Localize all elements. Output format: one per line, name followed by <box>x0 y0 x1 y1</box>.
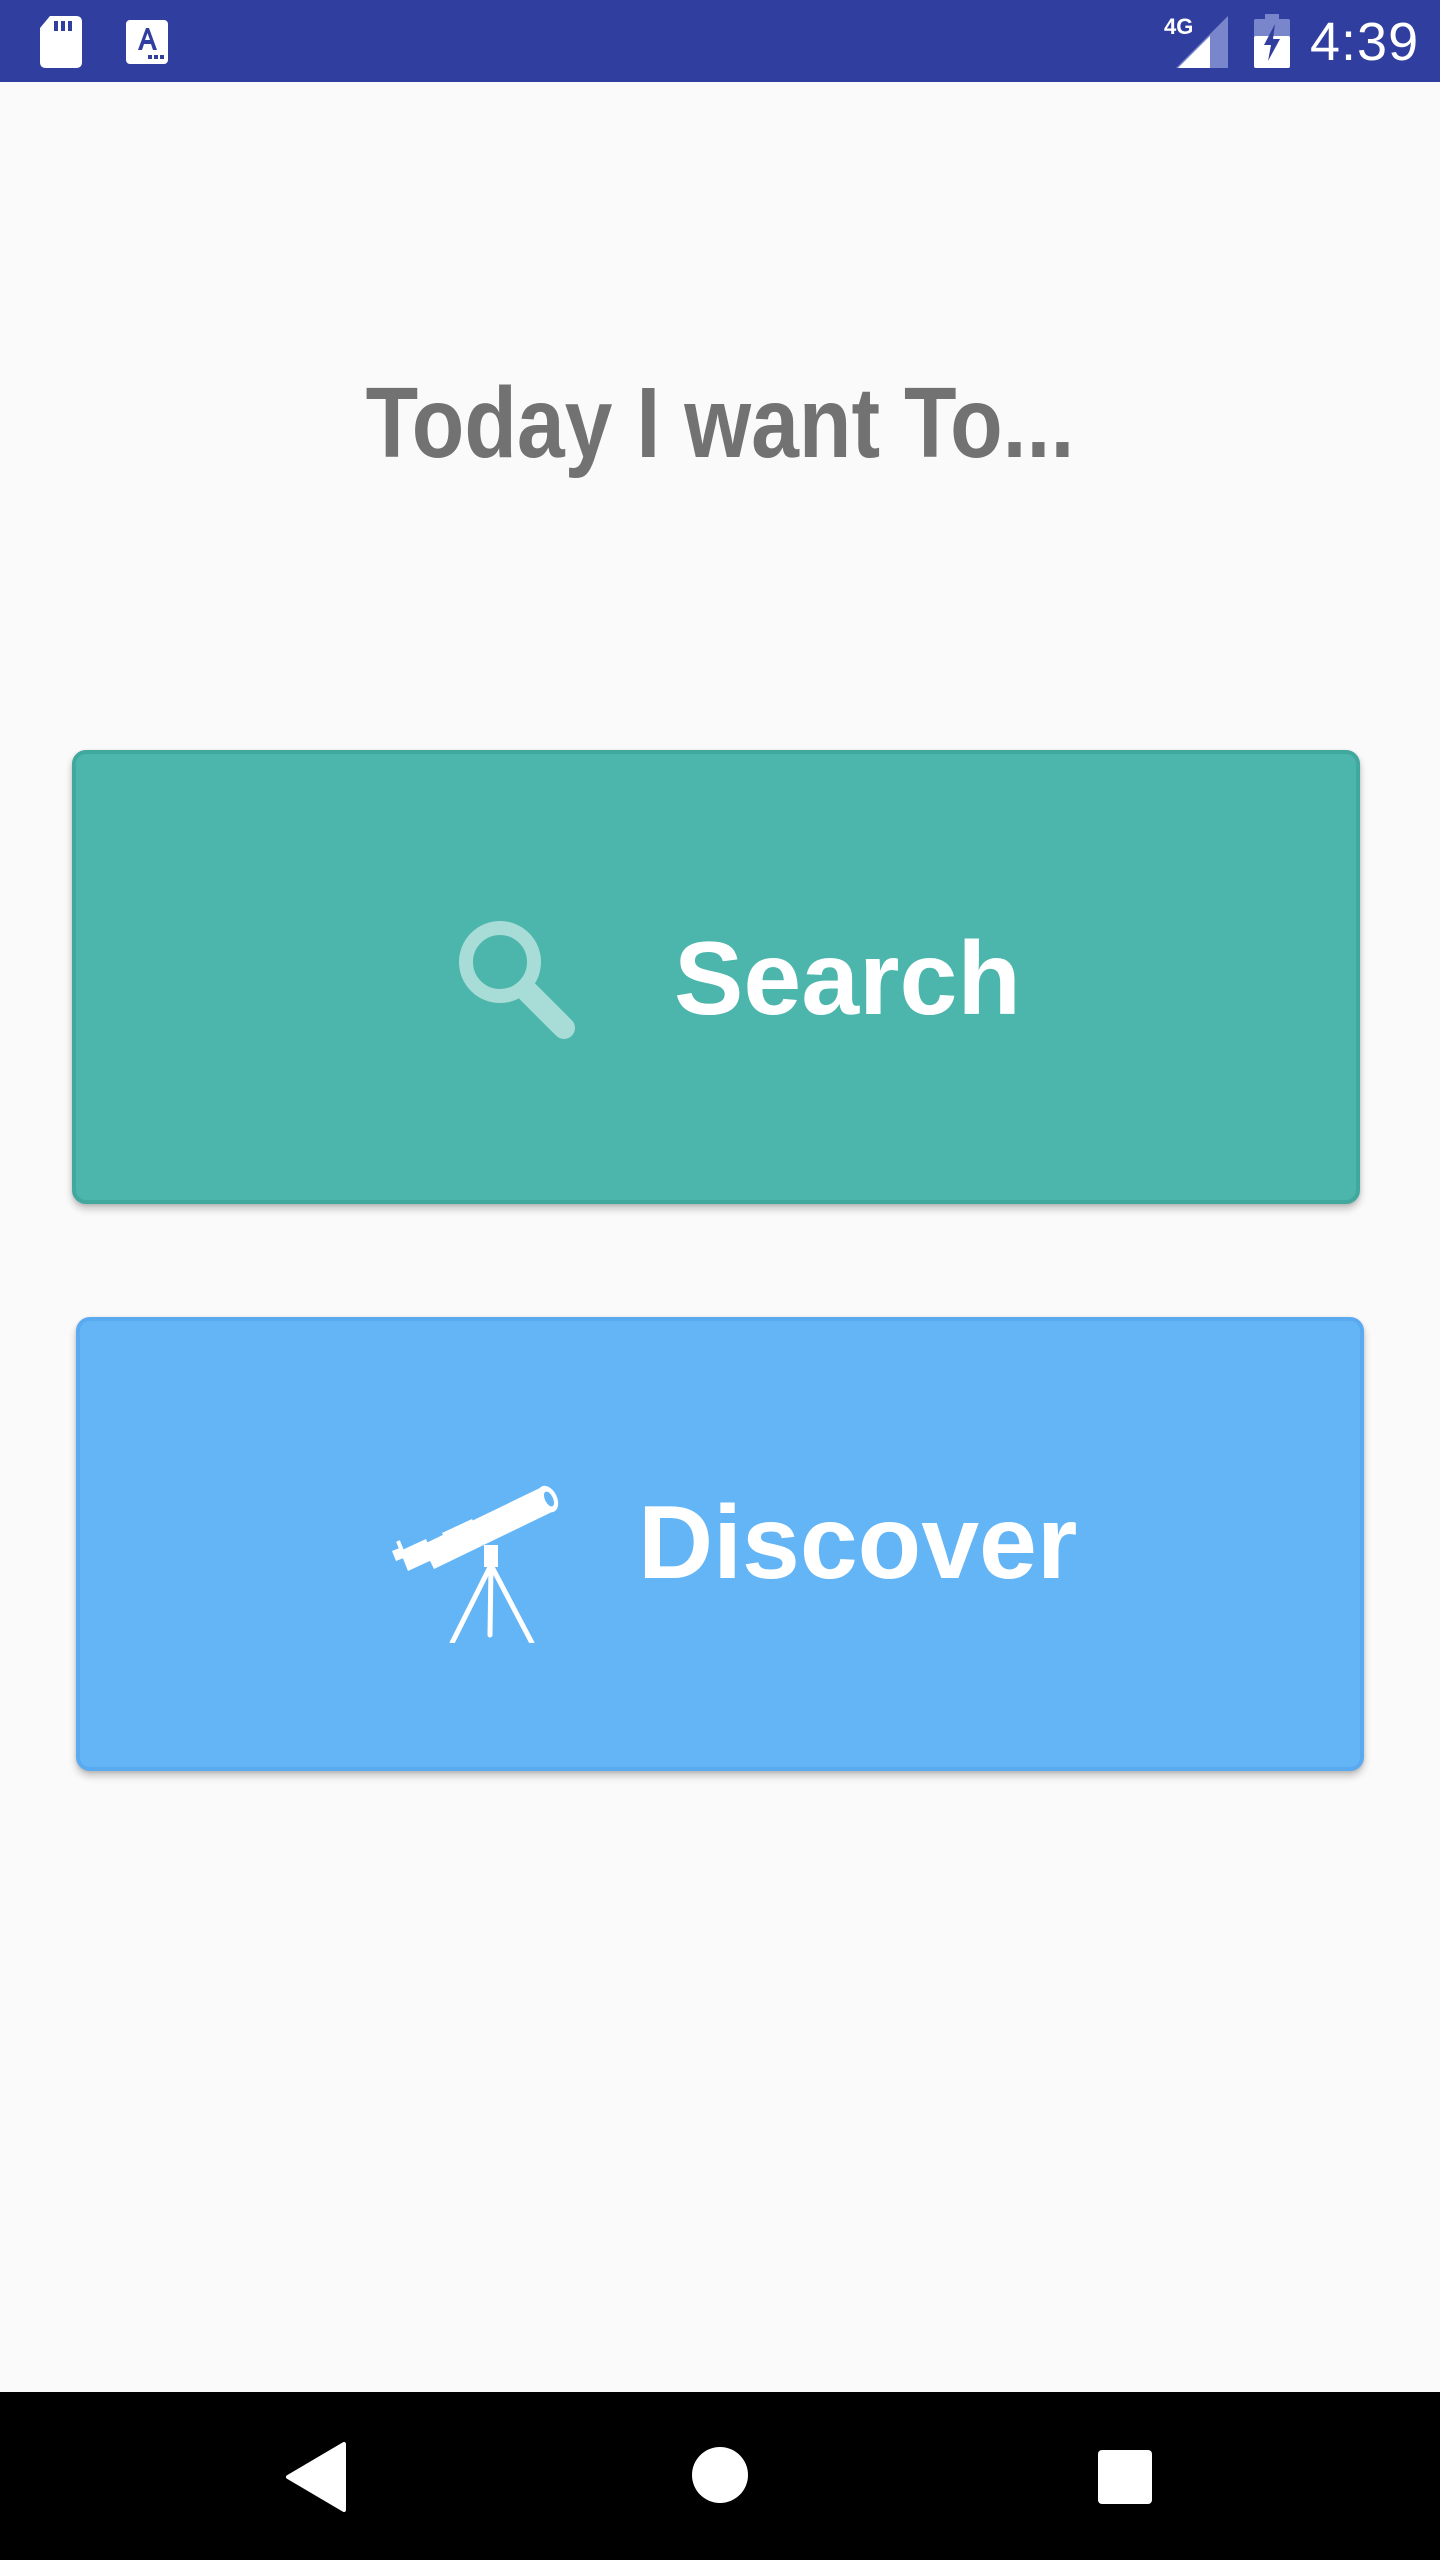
magnifier-icon <box>459 921 575 1039</box>
navigation-bar <box>0 2392 1440 2560</box>
home-icon[interactable] <box>690 2445 750 2505</box>
sd-card-icon <box>40 16 82 68</box>
recents-icon[interactable] <box>1098 2450 1152 2504</box>
battery-charging-icon <box>1254 14 1290 68</box>
back-icon[interactable] <box>286 2442 346 2512</box>
discover-button[interactable]: Discover <box>76 1317 1364 1771</box>
status-clock: 4:39 <box>1310 12 1420 72</box>
text-a-icon <box>126 20 168 64</box>
page-title: Today I want To... <box>365 367 1075 479</box>
status-bar: 4G 4:39 <box>0 0 1440 82</box>
telescope-icon <box>392 1485 559 1643</box>
screen: 4G 4:39 Today I want To... Search Discov… <box>0 0 1440 2560</box>
network-type-label: 4G <box>1164 14 1193 39</box>
search-button[interactable]: Search <box>72 750 1360 1204</box>
discover-button-label: Discover <box>638 1485 1078 1601</box>
search-button-label: Search <box>674 921 1021 1037</box>
cell-signal-4g-icon: 4G <box>1164 14 1228 68</box>
